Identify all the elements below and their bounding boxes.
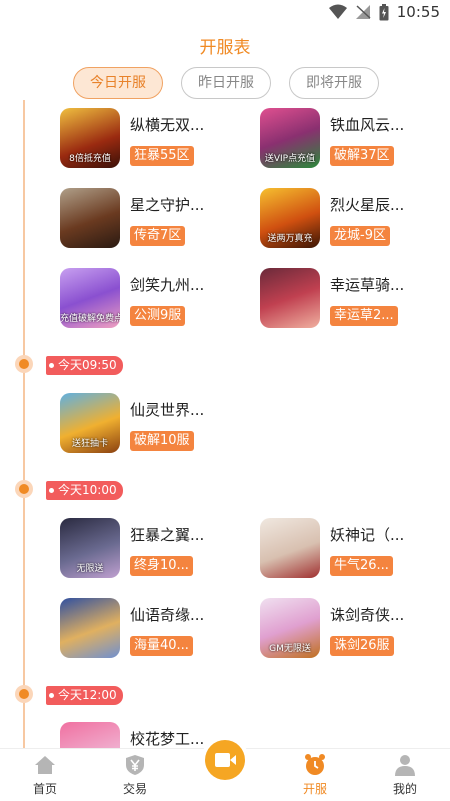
game-name: 仙语奇缘... bbox=[130, 606, 205, 624]
game-card[interactable]: 送狂抽卡 仙灵世界... 破解10服 bbox=[60, 393, 250, 457]
game-name: 校花梦工... bbox=[130, 730, 205, 748]
page-title: 开服表 bbox=[199, 38, 251, 58]
thumbnail-caption: GM无限送 bbox=[269, 644, 311, 654]
game-name: 纵横无双... bbox=[130, 116, 205, 134]
game-name: 铁血风云... bbox=[330, 116, 405, 134]
server-badge: 牛气26... bbox=[330, 556, 393, 576]
tab-today[interactable]: 今日开服 bbox=[73, 67, 163, 99]
tab-upcoming[interactable]: 即将开服 bbox=[289, 67, 379, 99]
game-thumbnail: 无限送 bbox=[60, 518, 120, 578]
game-thumbnail: GM无限送 bbox=[260, 598, 320, 658]
game-card[interactable]: 妖神记（... 牛气26... bbox=[260, 518, 450, 582]
game-card[interactable]: 充值破解免费点 剑笑九州... 公测9服 bbox=[60, 268, 250, 332]
timeline-dot bbox=[15, 355, 33, 373]
date-tabs: 今日开服 昨日开服 即将开服 bbox=[0, 67, 450, 101]
thumbnail-caption: 8倍抵充值 bbox=[69, 154, 111, 164]
server-badge: 龙城-9区 bbox=[330, 226, 390, 246]
server-badge: 破解10服 bbox=[130, 431, 194, 451]
game-name: 烈火星辰... bbox=[330, 196, 405, 214]
thumbnail-caption: 送狂抽卡 bbox=[71, 439, 108, 449]
yen-shield-icon bbox=[123, 753, 147, 777]
game-thumbnail bbox=[60, 722, 120, 748]
server-badge: 海量40... bbox=[130, 636, 193, 656]
game-thumbnail bbox=[260, 268, 320, 328]
game-card[interactable]: 幸运草骑... 幸运草2... bbox=[260, 268, 450, 332]
video-button[interactable] bbox=[205, 740, 245, 780]
thumbnail-caption: 无限送 bbox=[76, 564, 104, 574]
video-camera-icon bbox=[215, 753, 236, 767]
game-name: 剑笑九州... bbox=[130, 276, 205, 294]
nav-mine[interactable]: 我的 bbox=[370, 753, 440, 797]
game-thumbnail: 8倍抵充值 bbox=[60, 108, 120, 168]
nav-home[interactable]: 首页 bbox=[10, 753, 80, 797]
nav-server[interactable]: 开服 bbox=[280, 753, 350, 797]
thumbnail-caption: 充值破解免费点 bbox=[60, 314, 120, 324]
nav-mine-label: 我的 bbox=[392, 782, 417, 796]
timeline-dot bbox=[15, 685, 33, 703]
user-icon bbox=[393, 753, 417, 777]
server-badge: 公测9服 bbox=[130, 306, 186, 326]
game-name: 妖神记（... bbox=[330, 526, 405, 544]
time-badge: 今天10:00 bbox=[46, 481, 123, 500]
thumbnail-caption: 送两万真充 bbox=[267, 234, 313, 244]
game-name: 星之守护... bbox=[130, 196, 205, 214]
game-card[interactable]: 星之守护... 传奇7区 bbox=[60, 188, 250, 252]
game-thumbnail: 送VIP点充值 bbox=[260, 108, 320, 168]
thumbnail-caption: 送VIP点充值 bbox=[264, 154, 316, 164]
server-badge: 狂暴55区 bbox=[130, 146, 194, 166]
tab-yesterday[interactable]: 昨日开服 bbox=[181, 67, 271, 99]
game-card[interactable]: 8倍抵充值 纵横无双... 狂暴55区 bbox=[60, 108, 250, 172]
status-time: 10:55 bbox=[396, 3, 440, 21]
server-badge: 诛剑26服 bbox=[330, 636, 394, 656]
game-name: 诛剑奇侠... bbox=[330, 606, 405, 624]
game-card[interactable]: 无限送 狂暴之翼... 终身10... bbox=[60, 518, 250, 582]
game-card[interactable]: 送VIP点充值 铁血风云... 破解37区 bbox=[260, 108, 450, 172]
game-thumbnail: 送狂抽卡 bbox=[60, 393, 120, 453]
no-signal-icon bbox=[355, 5, 371, 19]
server-badge: 终身10... bbox=[130, 556, 193, 576]
status-bar: 10:55 bbox=[0, 0, 450, 26]
server-badge: 传奇7区 bbox=[130, 226, 186, 246]
alarm-clock-icon bbox=[303, 753, 327, 777]
server-badge: 幸运草2... bbox=[330, 306, 398, 326]
server-badge: 破解37区 bbox=[330, 146, 394, 166]
wifi-icon bbox=[328, 4, 347, 19]
game-thumbnail bbox=[60, 188, 120, 248]
game-name: 狂暴之翼... bbox=[130, 526, 205, 544]
timeline-line bbox=[23, 100, 25, 750]
game-thumbnail bbox=[260, 518, 320, 578]
nav-trade[interactable]: 交易 bbox=[100, 753, 170, 797]
game-thumbnail bbox=[60, 598, 120, 658]
game-card[interactable]: 送两万真充 烈火星辰... 龙城-9区 bbox=[260, 188, 450, 252]
game-thumbnail: 送两万真充 bbox=[260, 188, 320, 248]
game-name: 幸运草骑... bbox=[330, 276, 405, 294]
status-icons: 10:55 bbox=[328, 3, 440, 21]
timeline-dot bbox=[15, 480, 33, 498]
battery-icon bbox=[379, 3, 389, 20]
game-thumbnail: 充值破解免费点 bbox=[60, 268, 120, 328]
nav-server-label: 开服 bbox=[302, 782, 327, 796]
nav-trade-label: 交易 bbox=[122, 782, 147, 796]
time-badge: 今天09:50 bbox=[46, 356, 123, 375]
game-name: 仙灵世界... bbox=[130, 401, 205, 419]
game-card[interactable]: GM无限送 诛剑奇侠... 诛剑26服 bbox=[260, 598, 450, 662]
nav-home-label: 首页 bbox=[32, 782, 57, 796]
home-icon bbox=[33, 753, 57, 777]
time-badge: 今天12:00 bbox=[46, 686, 123, 705]
game-card[interactable]: 仙语奇缘... 海量40... bbox=[60, 598, 250, 662]
